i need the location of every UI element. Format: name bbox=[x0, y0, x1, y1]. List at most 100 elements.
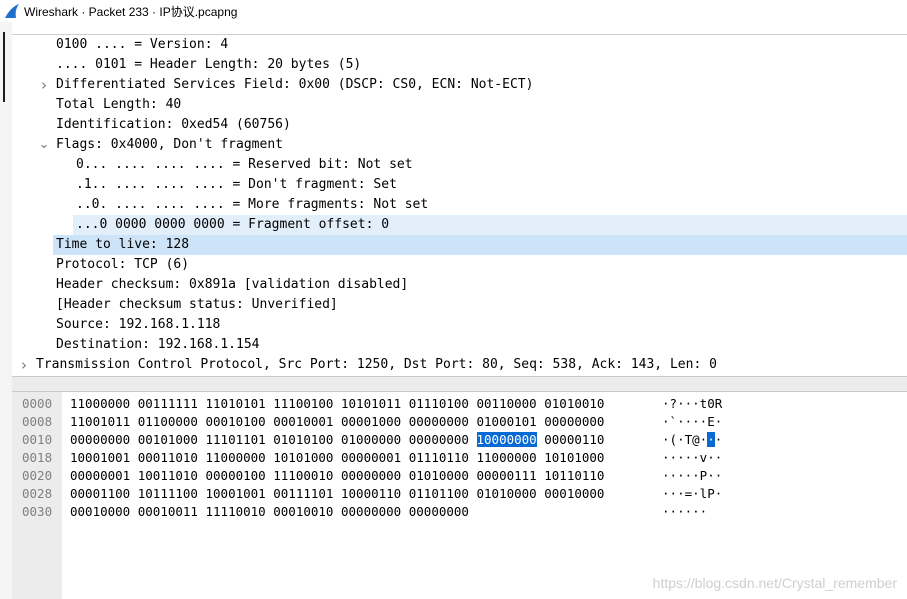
byte-cell[interactable]: 01110100 bbox=[409, 396, 469, 411]
byte-cell[interactable]: 00011010 bbox=[138, 450, 198, 465]
ascii-char[interactable]: · bbox=[692, 396, 700, 411]
ascii-values[interactable]: ···=·lP· bbox=[662, 485, 722, 503]
detail-row[interactable]: Header checksum: 0x891a [validation disa… bbox=[12, 275, 907, 295]
ascii-char[interactable]: R bbox=[715, 396, 723, 411]
ascii-values[interactable]: ·····P·· bbox=[662, 467, 722, 485]
ascii-char[interactable]: · bbox=[670, 486, 678, 501]
ascii-char[interactable]: · bbox=[707, 450, 715, 465]
byte-cell[interactable]: 00000000 bbox=[544, 414, 604, 429]
byte-cell[interactable]: 11100100 bbox=[273, 396, 333, 411]
ascii-char[interactable]: T bbox=[685, 432, 693, 447]
byte-cell[interactable]: 01110110 bbox=[409, 450, 469, 465]
ascii-values[interactable]: ·(·T@··· bbox=[662, 431, 722, 449]
byte-cell[interactable]: 10001001 bbox=[206, 486, 266, 501]
byte-cell[interactable]: 11000000 bbox=[477, 450, 537, 465]
byte-cell[interactable]: 01100000 bbox=[138, 414, 198, 429]
byte-cell[interactable]: 00000000 bbox=[409, 504, 469, 519]
ascii-char[interactable]: · bbox=[662, 504, 670, 519]
ascii-char[interactable]: ` bbox=[670, 414, 678, 429]
ascii-char[interactable]: · bbox=[685, 396, 693, 411]
ascii-char[interactable]: · bbox=[692, 450, 700, 465]
ascii-char[interactable]: · bbox=[685, 450, 693, 465]
ascii-char[interactable]: · bbox=[662, 468, 670, 483]
ascii-char[interactable]: · bbox=[692, 468, 700, 483]
ascii-char[interactable]: · bbox=[662, 486, 670, 501]
detail-row[interactable]: Protocol: TCP (6) bbox=[12, 255, 907, 275]
detail-row[interactable]: [Header checksum status: Unverified] bbox=[12, 295, 907, 315]
byte-cell[interactable]: 00000000 bbox=[70, 432, 130, 447]
byte-cell[interactable]: 11110010 bbox=[206, 504, 266, 519]
byte-cell[interactable]: 10110110 bbox=[544, 468, 604, 483]
ascii-char[interactable]: · bbox=[670, 468, 678, 483]
byte-cell[interactable]: 00000000 bbox=[409, 432, 469, 447]
detail-row[interactable]: ...0 0000 0000 0000 = Fragment offset: 0 bbox=[73, 215, 907, 235]
byte-values[interactable]: 10001001 00011010 11000000 10101000 0000… bbox=[70, 449, 604, 467]
ascii-char[interactable]: · bbox=[677, 486, 685, 501]
ascii-char[interactable]: · bbox=[685, 468, 693, 483]
ascii-values[interactable]: ······ bbox=[662, 503, 707, 521]
ascii-char[interactable]: · bbox=[707, 432, 715, 447]
chevron-down-icon[interactable]: ⌄ bbox=[38, 135, 50, 155]
ascii-char[interactable]: · bbox=[662, 414, 670, 429]
byte-cell[interactable]: 01010100 bbox=[273, 432, 333, 447]
ascii-char[interactable]: · bbox=[677, 504, 685, 519]
ascii-char[interactable]: · bbox=[662, 396, 670, 411]
ascii-char[interactable]: · bbox=[692, 504, 700, 519]
byte-values[interactable]: 00001100 10111100 10001001 00111101 1000… bbox=[70, 485, 604, 503]
ascii-char[interactable]: · bbox=[715, 432, 723, 447]
ascii-char[interactable]: · bbox=[670, 504, 678, 519]
byte-cell[interactable]: 00010010 bbox=[273, 504, 333, 519]
detail-row[interactable]: Source: 192.168.1.118 bbox=[12, 315, 907, 335]
ascii-char[interactable]: · bbox=[707, 468, 715, 483]
ascii-char[interactable]: = bbox=[685, 486, 693, 501]
ascii-char[interactable]: · bbox=[715, 414, 723, 429]
byte-cell[interactable]: 00001100 bbox=[70, 486, 130, 501]
chevron-right-icon[interactable]: › bbox=[38, 75, 50, 95]
ascii-char[interactable]: · bbox=[670, 450, 678, 465]
ascii-values[interactable]: ·?···t0R bbox=[662, 395, 722, 413]
byte-cell[interactable]: 10001001 bbox=[70, 450, 130, 465]
byte-cell[interactable]: 00010000 bbox=[70, 504, 130, 519]
byte-cell[interactable]: 00001000 bbox=[341, 414, 401, 429]
ascii-char[interactable]: · bbox=[715, 450, 723, 465]
byte-cell[interactable]: 00010000 bbox=[544, 486, 604, 501]
ascii-char[interactable]: ? bbox=[670, 396, 678, 411]
detail-row[interactable]: Total Length: 40 bbox=[12, 95, 907, 115]
byte-cell[interactable]: 00110000 bbox=[477, 396, 537, 411]
detail-row[interactable]: ⌄ Flags: 0x4000, Don't fragment bbox=[12, 135, 907, 155]
byte-cell[interactable]: 00000000 bbox=[341, 504, 401, 519]
byte-cell[interactable]: 10101000 bbox=[273, 450, 333, 465]
byte-cell[interactable]: 00000110 bbox=[544, 432, 604, 447]
ascii-char[interactable]: · bbox=[715, 468, 723, 483]
ascii-values[interactable]: ·`····E· bbox=[662, 413, 722, 431]
byte-cell[interactable]: 01000101 bbox=[477, 414, 537, 429]
byte-cell[interactable]: 00000001 bbox=[341, 450, 401, 465]
ascii-char[interactable]: ( bbox=[670, 432, 678, 447]
chevron-right-icon[interactable]: › bbox=[18, 355, 30, 375]
byte-cell[interactable]: 00111111 bbox=[138, 396, 198, 411]
ascii-char[interactable]: · bbox=[677, 450, 685, 465]
ascii-char[interactable]: · bbox=[662, 432, 670, 447]
byte-cell[interactable]: 10101011 bbox=[341, 396, 401, 411]
detail-row[interactable]: Destination: 192.168.1.154 bbox=[12, 335, 907, 355]
ascii-char[interactable]: · bbox=[692, 414, 700, 429]
byte-cell[interactable]: 10000000 bbox=[476, 432, 537, 447]
byte-cell[interactable]: 00010011 bbox=[138, 504, 198, 519]
byte-values[interactable]: 11001011 01100000 00010100 00010001 0000… bbox=[70, 413, 604, 431]
packet-bytes-pane[interactable]: 0000 11000000 00111111 11010101 11100100 … bbox=[12, 392, 907, 599]
packet-details-pane[interactable]: 0100 .... = Version: 4 .... 0101 = Header… bbox=[12, 34, 907, 377]
ascii-char[interactable]: · bbox=[692, 486, 700, 501]
byte-cell[interactable]: 00000100 bbox=[206, 468, 266, 483]
pane-splitter[interactable] bbox=[12, 376, 907, 392]
ascii-char[interactable]: · bbox=[677, 414, 685, 429]
detail-row[interactable]: 0... .... .... .... = Reserved bit: Not … bbox=[12, 155, 907, 175]
byte-cell[interactable]: 10011010 bbox=[138, 468, 198, 483]
ascii-char[interactable]: · bbox=[677, 432, 685, 447]
byte-cell[interactable]: 00000001 bbox=[70, 468, 130, 483]
byte-cell[interactable]: 11001011 bbox=[70, 414, 130, 429]
detail-row[interactable]: Identification: 0xed54 (60756) bbox=[12, 115, 907, 135]
ascii-char[interactable]: P bbox=[707, 486, 715, 501]
ascii-char[interactable]: E bbox=[707, 414, 715, 429]
byte-cell[interactable]: 11101101 bbox=[206, 432, 266, 447]
byte-cell[interactable]: 10000110 bbox=[341, 486, 401, 501]
